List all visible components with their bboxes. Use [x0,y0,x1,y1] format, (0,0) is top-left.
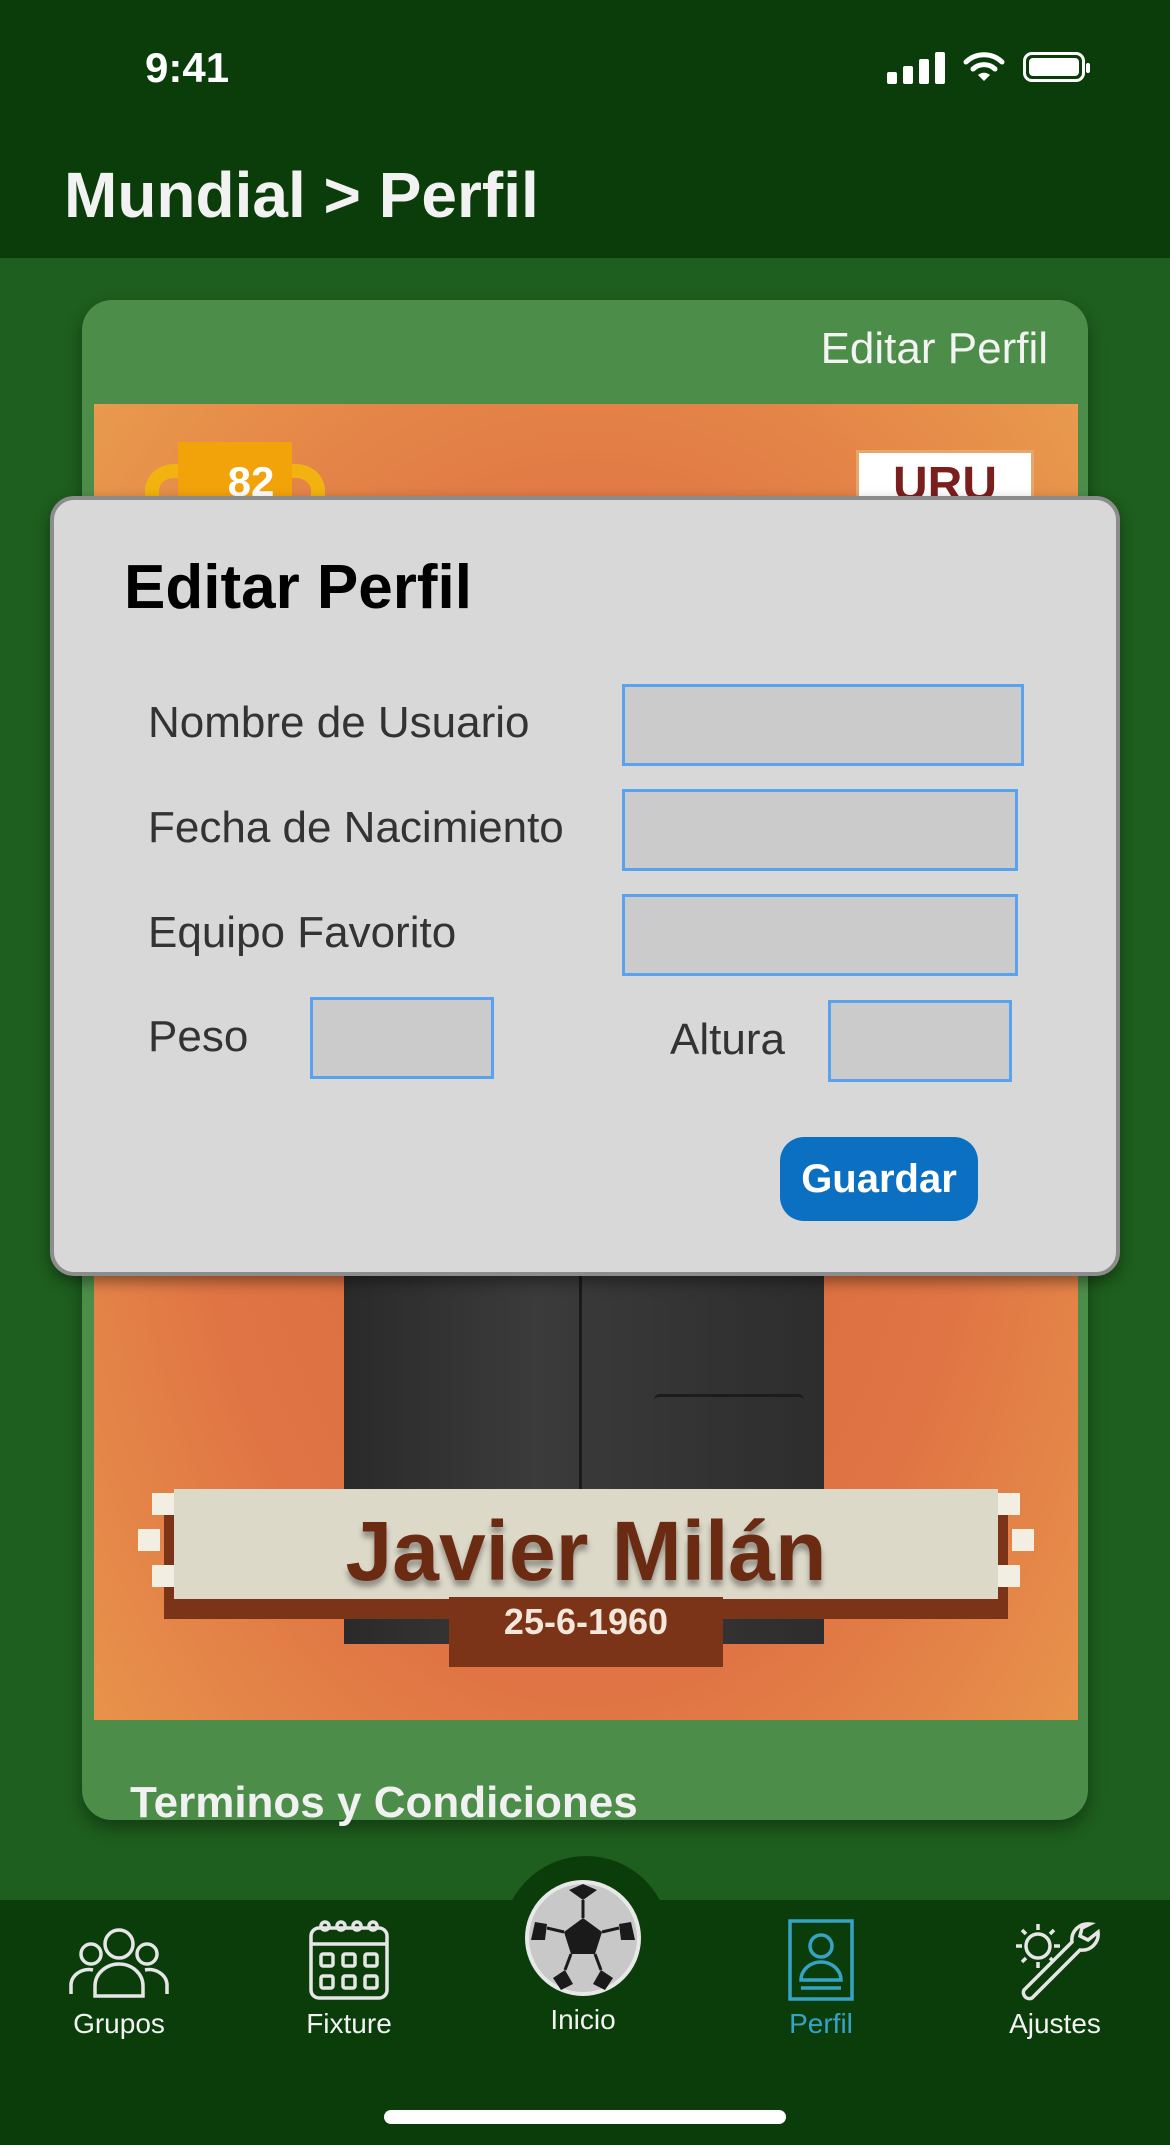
status-time: 9:41 [145,44,230,91]
player-name: Javier Milán [345,1504,827,1598]
navigation-header: Mundial > Perfil [0,130,1170,258]
profile-card-icon [788,1919,854,2001]
weight-label: Peso [148,1012,249,1061]
favorite-team-input[interactable] [622,894,1018,976]
battery-icon [1023,52,1090,82]
edit-profile-dialog: Editar Perfil Nombre de Usuario Fecha de… [50,496,1120,1276]
tab-label: Ajustes [1009,2008,1101,2039]
tab-label: Fixture [306,2008,392,2039]
status-icons [887,50,1090,84]
terms-link[interactable]: Terminos y Condiciones [130,1778,638,1828]
name-banner: Javier Milán 25-6-1960 [134,1489,1038,1667]
dialog-title: Editar Perfil [124,553,472,622]
soccer-ball-icon [525,1880,641,1996]
tab-label: Perfil [789,2008,853,2039]
tab-fixture[interactable]: Fixture [254,1918,444,2040]
tab-ajustes[interactable]: Ajustes [960,1918,1150,2040]
tools-icon [1016,1922,1100,2001]
calendar-icon [309,1920,389,2000]
home-indicator [384,2110,786,2124]
birth-date-label: Fecha de Nacimiento [148,803,564,852]
tab-inicio[interactable]: Inicio [488,1878,678,2036]
edit-profile-link[interactable]: Editar Perfil [821,324,1048,374]
cellular-signal-icon [887,50,945,84]
tab-label: Grupos [73,2008,165,2039]
username-input[interactable] [622,684,1024,766]
group-icon [69,1928,169,1998]
birth-date-input[interactable] [622,789,1018,871]
weight-input[interactable] [310,997,494,1079]
tab-perfil[interactable]: Perfil [726,1918,916,2040]
favorite-team-label: Equipo Favorito [148,908,457,957]
player-birth-date: 25-6-1960 [503,1601,669,1642]
page-title: Mundial > Perfil [64,159,539,231]
status-bar: 9:41 [0,0,1170,130]
username-label: Nombre de Usuario [148,698,530,747]
height-label: Altura [670,1015,785,1064]
tab-grupos[interactable]: Grupos [24,1922,214,2040]
wifi-icon [963,52,1005,81]
save-button[interactable]: Guardar [780,1137,978,1221]
height-input[interactable] [828,1000,1012,1082]
tab-label: Inicio [550,2004,616,2035]
